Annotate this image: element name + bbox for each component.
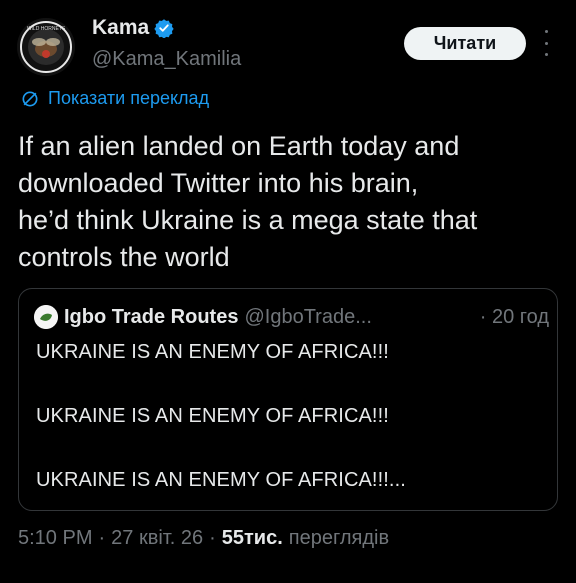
follow-button[interactable]: Читати <box>404 27 526 60</box>
avatar-text: WILD HORNETS <box>27 26 66 32</box>
more-vertical-icon[interactable] <box>540 30 552 56</box>
quoted-tweet[interactable]: Igbo Trade Routes @IgboTrade... · 20 год… <box>18 288 558 511</box>
quote-line: UKRAINE IS AN ENEMY OF AFRICA!!! <box>36 405 389 427</box>
author-name[interactable]: Kama <box>92 16 149 40</box>
translate-icon <box>22 91 38 106</box>
meta-separator: · <box>209 527 216 549</box>
meta-separator: · <box>98 527 106 549</box>
quote-author-name: Igbo Trade Routes <box>64 305 239 328</box>
views-label: переглядів <box>288 527 390 549</box>
tweet-date[interactable]: 27 квіт. 26 <box>111 527 203 550</box>
views-count: 55тис. <box>221 527 283 549</box>
quote-author-handle: @IgboTrade... <box>244 305 372 328</box>
tweet-time[interactable]: 5:10 PM <box>18 527 92 550</box>
quote-line: UKRAINE IS AN ENEMY OF AFRICA!!!... <box>36 469 406 491</box>
tweet-meta: 5:10 PM · 27 квіт. 26 · 55тис. перегляді… <box>18 527 389 550</box>
author-handle[interactable]: @Kama_Kamilia <box>92 48 241 71</box>
quote-line: UKRAINE IS AN ENEMY OF AFRICA!!! <box>36 341 389 363</box>
tweet-text: If an alien landed on Earth today and do… <box>18 131 478 272</box>
quote-avatar <box>34 305 58 329</box>
quote-timestamp: · 20 год <box>479 305 549 328</box>
verified-badge-icon <box>154 19 174 38</box>
author-name-row[interactable]: Kama <box>92 16 174 40</box>
avatar-image: WILD HORNETS <box>17 18 75 76</box>
show-translation-label: Показати переклад <box>48 88 210 108</box>
author-avatar[interactable]: WILD HORNETS <box>17 18 75 76</box>
show-translation-link[interactable]: Показати переклад <box>20 88 209 109</box>
quote-header: Igbo Trade Routes @IgboTrade... · 20 год <box>34 303 549 331</box>
